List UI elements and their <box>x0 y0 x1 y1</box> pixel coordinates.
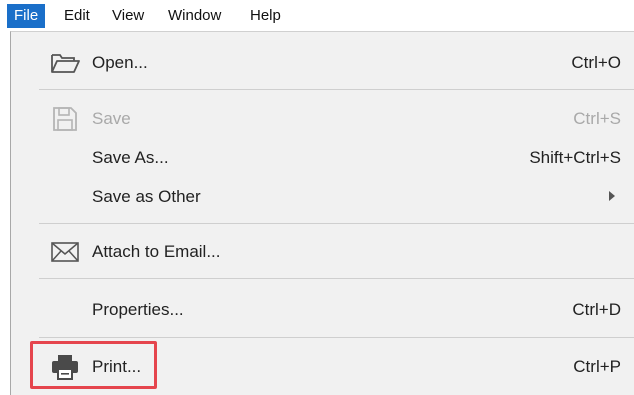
envelope-icon <box>49 238 81 266</box>
print-highlight-box <box>30 341 157 389</box>
folder-open-icon <box>49 49 81 77</box>
menu-separator <box>39 89 634 90</box>
menu-separator <box>39 223 634 224</box>
menu-bar: File Edit View Window Help <box>0 0 634 31</box>
floppy-disk-icon <box>49 105 81 133</box>
menu-edit[interactable]: Edit <box>64 6 90 26</box>
menu-view[interactable]: View <box>112 6 144 26</box>
open-shortcut: Ctrl+O <box>571 53 621 72</box>
properties-label: Properties... <box>92 300 184 319</box>
menu-item-save[interactable]: Save Ctrl+S <box>11 101 634 137</box>
save-label: Save <box>92 109 131 128</box>
menu-item-open[interactable]: Open... Ctrl+O <box>11 45 634 81</box>
submenu-arrow-icon <box>609 191 615 201</box>
properties-shortcut: Ctrl+D <box>572 300 621 319</box>
menu-item-attach-to-email[interactable]: Attach to Email... <box>11 234 634 270</box>
save-shortcut: Ctrl+S <box>573 109 621 128</box>
attach-to-email-label: Attach to Email... <box>92 242 221 261</box>
save-as-label: Save As... <box>92 148 169 167</box>
menu-separator <box>39 278 634 279</box>
menu-item-save-as-other[interactable]: Save as Other <box>11 179 634 215</box>
menu-separator <box>39 337 634 338</box>
menu-file[interactable]: File <box>7 4 46 28</box>
print-shortcut: Ctrl+P <box>573 357 621 376</box>
save-as-other-label: Save as Other <box>92 187 201 206</box>
open-label: Open... <box>92 53 148 72</box>
save-as-shortcut: Shift+Ctrl+S <box>529 148 621 167</box>
menu-item-properties[interactable]: Properties... Ctrl+D <box>11 292 634 328</box>
menu-item-save-as[interactable]: Save As... Shift+Ctrl+S <box>11 140 634 176</box>
menu-window[interactable]: Window <box>168 6 221 26</box>
menu-help[interactable]: Help <box>250 6 281 26</box>
